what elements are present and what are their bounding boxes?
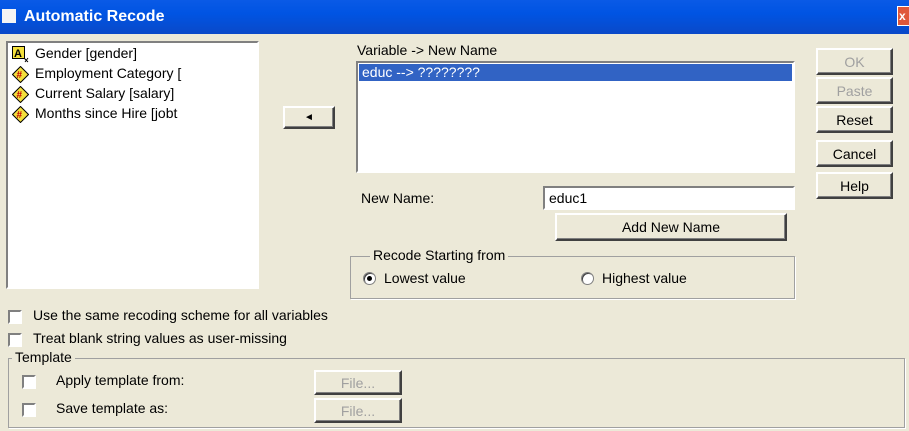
nominal-variable-icon: # <box>12 66 29 83</box>
apply-template-file-button[interactable]: File... <box>314 370 402 395</box>
recode-start-legend: Recode Starting from <box>370 247 509 263</box>
apply-template-label: Apply template from: <box>56 372 185 388</box>
variable-mapping-list[interactable]: educ --> ???????? <box>356 61 795 173</box>
new-name-label: New Name: <box>361 190 435 206</box>
add-new-name-button[interactable]: Add New Name <box>555 213 787 241</box>
variable-label: Current Salary [salary] <box>35 85 175 101</box>
save-template-file-button[interactable]: File... <box>314 398 402 423</box>
reset-button[interactable]: Reset <box>816 106 893 133</box>
variable-label: Employment Category [ <box>35 65 182 81</box>
close-button[interactable]: x <box>897 6 909 26</box>
svg-text:#: # <box>17 110 23 121</box>
highest-value-label: Highest value <box>602 270 687 286</box>
lowest-value-label: Lowest value <box>384 270 466 286</box>
paste-button[interactable]: Paste <box>816 77 893 104</box>
mapping-list-header: Variable -> New Name <box>357 42 498 58</box>
title-bar: Automatic Recode x <box>0 0 909 34</box>
save-template-checkbox[interactable] <box>22 403 36 417</box>
help-button[interactable]: Help <box>816 172 893 199</box>
blank-missing-label: Treat blank string values as user-missin… <box>33 330 287 346</box>
svg-text:A: A <box>14 48 22 60</box>
move-variable-button[interactable]: ◄ <box>283 106 335 129</box>
same-scheme-label: Use the same recoding scheme for all var… <box>33 307 328 323</box>
list-item[interactable]: educ --> ???????? <box>359 64 792 81</box>
cancel-button[interactable]: Cancel <box>816 140 893 167</box>
scale-variable-icon: # <box>12 86 29 103</box>
ok-button[interactable]: OK <box>816 48 893 75</box>
variable-label: Gender [gender] <box>35 45 137 61</box>
window-title: Automatic Recode <box>24 8 165 25</box>
template-legend: Template <box>12 349 75 365</box>
scale-variable-icon: # <box>12 106 29 123</box>
source-variable-list[interactable]: A Gender [gender] # Employment Category … <box>6 41 259 289</box>
string-variable-icon: A <box>12 46 29 63</box>
variable-label: Months since Hire [jobt <box>35 105 178 121</box>
window-icon <box>2 9 16 23</box>
lowest-value-radio[interactable] <box>363 272 376 285</box>
new-name-input[interactable]: educ1 <box>543 186 795 210</box>
template-group <box>8 358 905 428</box>
svg-text:#: # <box>17 70 23 81</box>
radio-selected-dot <box>367 276 372 281</box>
save-template-label: Save template as: <box>56 400 169 416</box>
highest-value-radio[interactable] <box>581 272 594 285</box>
svg-text:#: # <box>17 90 23 101</box>
blank-missing-checkbox[interactable] <box>8 333 22 347</box>
same-scheme-checkbox[interactable] <box>8 310 22 324</box>
apply-template-checkbox[interactable] <box>22 375 36 389</box>
